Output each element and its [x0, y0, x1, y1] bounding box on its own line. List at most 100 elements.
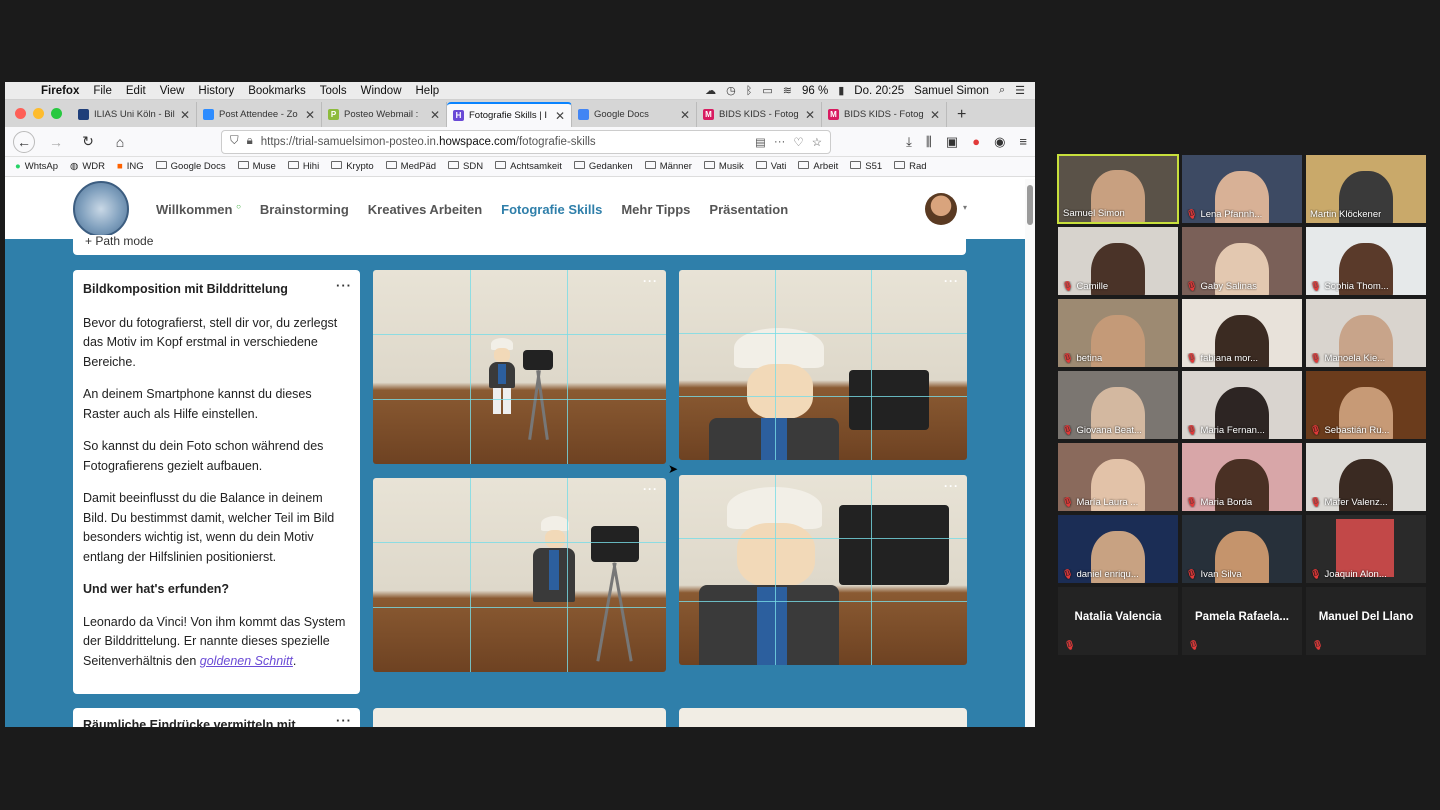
maximize-window-icon[interactable] [51, 108, 62, 119]
close-window-icon[interactable] [15, 108, 26, 119]
bookmark-item[interactable]: S51 [850, 161, 882, 172]
notification-center-icon[interactable]: ☰ [1015, 84, 1025, 97]
wifi-icon[interactable]: ≋ [783, 84, 792, 97]
nav-willkommen[interactable]: Willkommen ○ [156, 202, 241, 217]
university-seal-logo[interactable] [73, 181, 129, 237]
bookmark-item[interactable]: ● WhtsAp [15, 161, 58, 172]
participant-tile[interactable]: 🎙︎ Sophia Thom... [1306, 227, 1426, 295]
battery-percent[interactable]: 96 % [802, 85, 828, 97]
page-actions-icon[interactable]: ··· [774, 136, 786, 148]
cloud-icon[interactable]: ☁ [705, 84, 716, 97]
account-icon[interactable]: ◉ [994, 134, 1005, 150]
photo-more-icon[interactable]: ··· [944, 274, 959, 288]
close-tab-icon[interactable]: ✕ [555, 109, 565, 123]
chevron-down-icon[interactable]: ▾ [963, 203, 967, 212]
participant-tile[interactable]: Samuel Simon [1057, 154, 1179, 224]
menu-edit[interactable]: Edit [126, 85, 146, 97]
bluetooth-icon[interactable]: ᛒ [746, 85, 753, 97]
home-button[interactable]: ⌂ [109, 131, 131, 153]
path-mode-card[interactable]: + Path mode [73, 235, 966, 255]
bookmark-item[interactable]: Vati [755, 161, 786, 172]
menu-file[interactable]: File [93, 85, 112, 97]
menu-app-name[interactable]: Firefox [41, 85, 79, 97]
reload-button[interactable]: ↻ [77, 131, 99, 153]
lock-icon[interactable]: 🔒︎ [247, 135, 253, 148]
bookmark-item[interactable]: Hihi [287, 161, 319, 172]
menu-history[interactable]: History [198, 85, 234, 97]
close-tab-icon[interactable]: ✕ [430, 108, 440, 122]
bookmark-item[interactable]: MedPäd [385, 161, 436, 172]
browser-tab[interactable]: M BIDS KIDS - Fotog ✕ [697, 102, 822, 127]
browser-tab[interactable]: P Posteo Webmail : ✕ [322, 102, 447, 127]
url-bar[interactable]: ⛉ 🔒︎ https://trial-samuelsimon-posteo.in… [221, 129, 831, 154]
menubar-user[interactable]: Samuel Simon [914, 85, 989, 97]
photo-more-icon[interactable]: ··· [944, 479, 959, 493]
time-machine-icon[interactable]: ◷ [726, 84, 736, 97]
participant-tile[interactable]: 🎙︎ Maria Borda [1182, 443, 1302, 511]
participant-tile[interactable]: 🎙︎ Gaby Salinas [1182, 227, 1302, 295]
bookmark-item[interactable]: Arbeit [798, 161, 838, 172]
participant-tile[interactable]: 🎙︎ daniel enriqu... [1058, 515, 1178, 583]
nav-brainstorming[interactable]: Brainstorming [260, 202, 349, 217]
bookmark-item[interactable]: Männer [644, 161, 692, 172]
bookmark-item[interactable]: Google Docs [155, 161, 226, 172]
bookmark-item[interactable]: Gedanken [573, 161, 633, 172]
photo-figure-closeup[interactable]: ··· [679, 270, 967, 460]
bookmark-item[interactable]: Achtsamkeit [495, 161, 562, 172]
participant-tile[interactable]: 🎙︎ Manoela Kie... [1306, 299, 1426, 367]
menubar-clock[interactable]: Do. 20:25 [854, 85, 904, 97]
photo-more-icon[interactable]: ··· [643, 482, 658, 496]
card-more-icon[interactable]: ··· [336, 276, 352, 296]
pocket-icon[interactable]: ♡ [793, 135, 803, 149]
participant-tile[interactable]: 🎙︎ Maria Fernan... [1182, 371, 1302, 439]
participant-tile[interactable]: Pamela Rafaela... 🎙︎ [1182, 587, 1302, 655]
photo-figure-tight[interactable]: ··· [679, 475, 967, 665]
close-tab-icon[interactable]: ✕ [930, 108, 940, 122]
participant-tile[interactable]: 🎙︎ betina [1058, 299, 1178, 367]
bookmark-item[interactable]: Rad [894, 161, 927, 172]
photo-figure-wide[interactable]: ··· [373, 270, 666, 464]
participant-tile[interactable]: 🎙︎ Sebastián Ru... [1306, 371, 1426, 439]
browser-tab[interactable]: H Fotografie Skills | I ✕ [447, 102, 572, 127]
menu-window[interactable]: Window [361, 85, 402, 97]
close-tab-icon[interactable]: ✕ [180, 108, 190, 122]
nav-fotografie-skills[interactable]: Fotografie Skills [501, 202, 602, 217]
adblock-icon[interactable]: ● [972, 134, 980, 149]
new-tab-button[interactable]: + [947, 102, 976, 127]
user-avatar[interactable] [925, 193, 957, 225]
display-icon[interactable]: ▭ [762, 84, 772, 97]
browser-tab[interactable]: M BIDS KIDS - Fotog ✕ [822, 102, 947, 127]
battery-icon[interactable]: ▮ [838, 84, 844, 97]
photo-card-stub[interactable] [373, 708, 666, 727]
photo-more-icon[interactable]: ··· [643, 274, 658, 288]
sidebar-icon[interactable]: ▣ [946, 134, 958, 150]
reader-view-icon[interactable]: ▤ [755, 135, 766, 149]
close-tab-icon[interactable]: ✕ [305, 108, 315, 122]
participant-tile[interactable]: Natalia Valencia 🎙︎ [1058, 587, 1178, 655]
scrollbar-thumb[interactable] [1027, 185, 1033, 225]
shield-icon[interactable]: ⛉ [230, 135, 239, 148]
bookmark-item[interactable]: SDN [448, 161, 483, 172]
participant-tile[interactable]: 🎙︎ Joaquin Alon... [1306, 515, 1426, 583]
participant-tile[interactable]: Martin Klöckener [1306, 155, 1426, 223]
minimize-window-icon[interactable] [33, 108, 44, 119]
close-tab-icon[interactable]: ✕ [680, 108, 690, 122]
nav-praesentation[interactable]: Präsentation [709, 202, 788, 217]
page-scrollbar[interactable] [1025, 179, 1035, 727]
close-tab-icon[interactable]: ✕ [805, 108, 815, 122]
participant-tile[interactable]: 🎙︎ Lena Pfannh... [1182, 155, 1302, 223]
participant-tile[interactable]: 🎙︎ Ivan Silva [1182, 515, 1302, 583]
hamburger-menu-icon[interactable]: ≡ [1019, 134, 1027, 149]
nav-mehr-tipps[interactable]: Mehr Tipps [621, 202, 690, 217]
participant-tile[interactable]: 🎙︎ fabiana mor... [1182, 299, 1302, 367]
downloads-icon[interactable]: ⤓ [906, 134, 912, 150]
menu-tools[interactable]: Tools [320, 85, 347, 97]
participant-tile[interactable]: 🎙︎ Mafer Valenz... [1306, 443, 1426, 511]
photo-figure-medium[interactable]: ··· [373, 478, 666, 672]
library-icon[interactable]: ⫼ [926, 134, 932, 150]
participant-tile[interactable]: 🎙︎ Camille [1058, 227, 1178, 295]
bookmark-item[interactable]: ◍ WDR [70, 161, 105, 172]
nav-kreatives-arbeiten[interactable]: Kreatives Arbeiten [368, 202, 482, 217]
goldener-schnitt-link[interactable]: goldenen Schnitt [200, 654, 293, 668]
spotlight-search-icon[interactable]: ⌕ [999, 84, 1005, 97]
